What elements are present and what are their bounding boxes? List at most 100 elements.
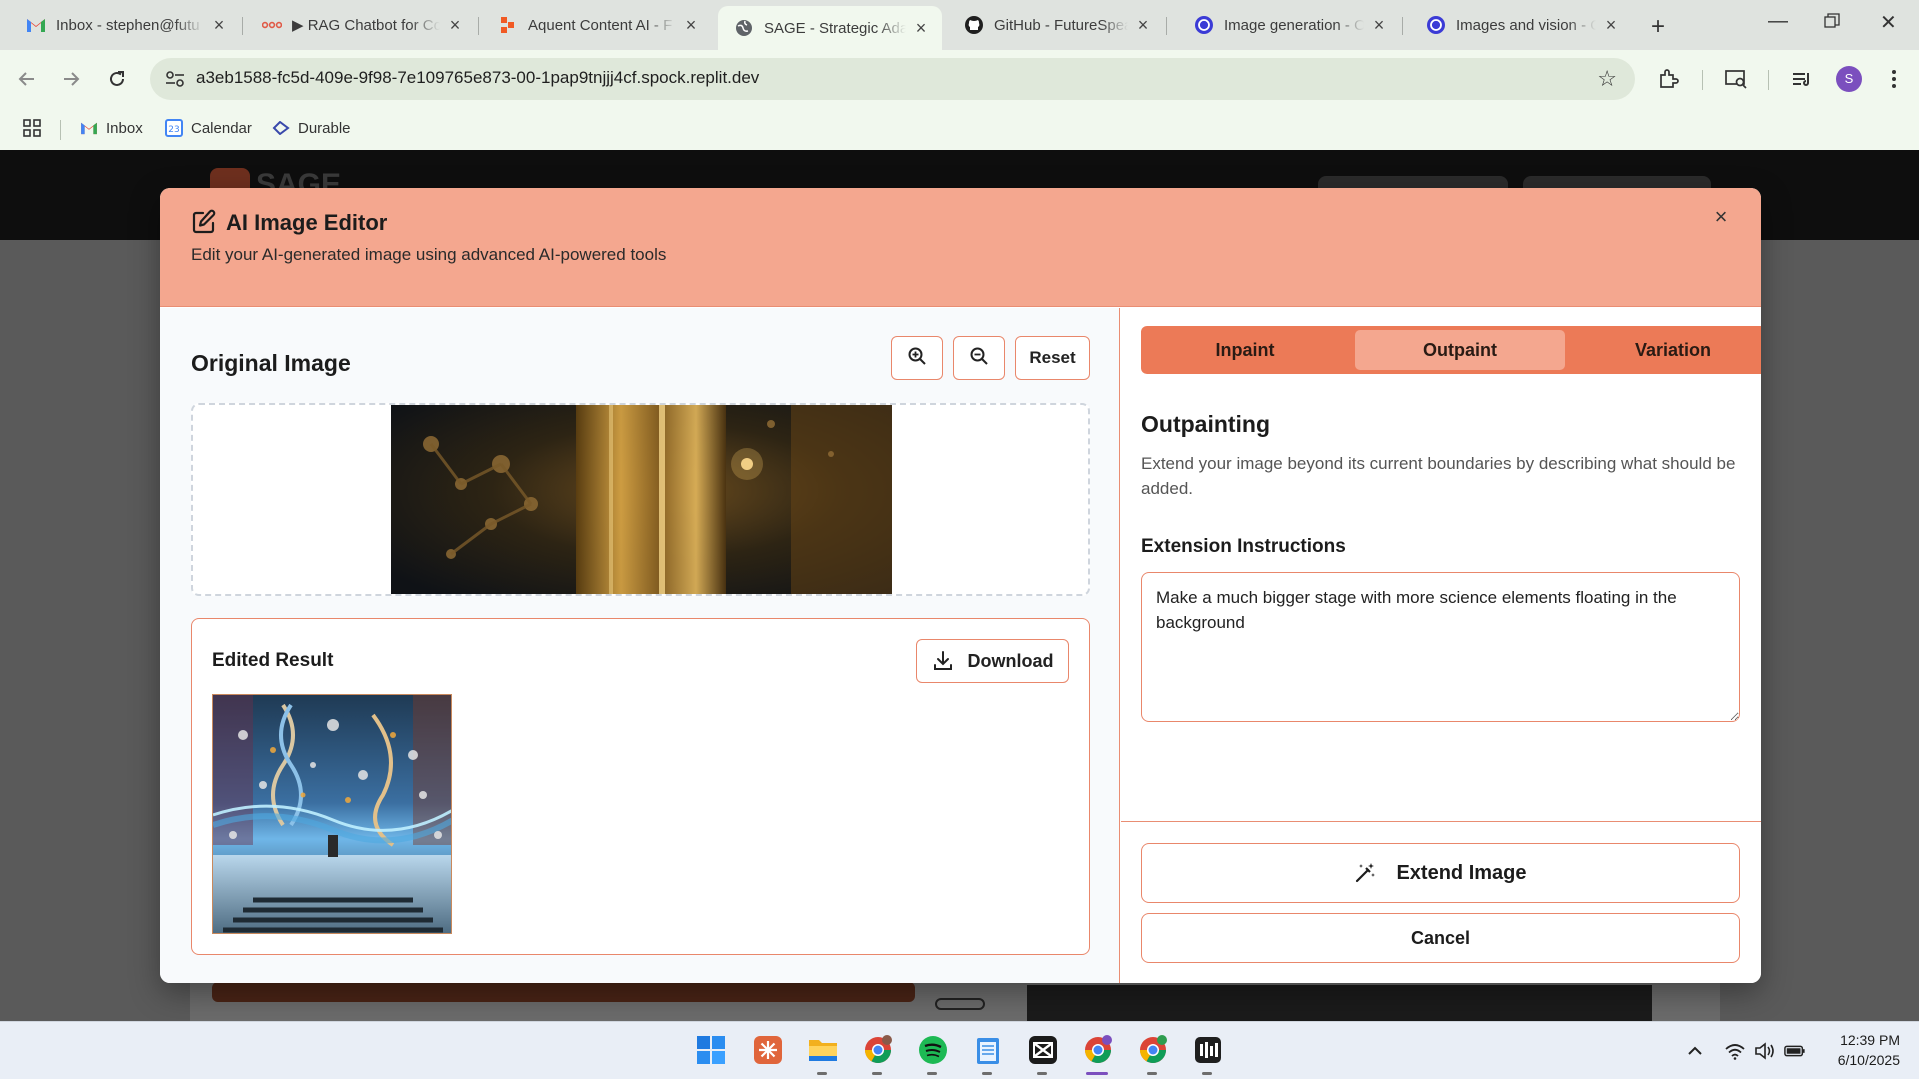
tab-title: GitHub - FutureSpeak: [994, 16, 1128, 34]
bookmark-calendar[interactable]: 23 Calendar: [165, 115, 252, 141]
tab-gmail-inbox[interactable]: Inbox - stephen@futu ×: [10, 8, 240, 42]
download-button[interactable]: Download: [916, 639, 1069, 683]
clock-date: 6/10/2025: [1837, 1052, 1900, 1068]
chrome-profile-2-icon[interactable]: [1135, 1032, 1171, 1068]
extensions-icon[interactable]: [1654, 65, 1682, 93]
gmail-icon: [26, 15, 46, 35]
notepad-icon[interactable]: [970, 1032, 1006, 1068]
bookmark-star-icon[interactable]: ☆: [1597, 66, 1617, 92]
tab-title: Image generation - O: [1224, 16, 1364, 34]
download-icon: [932, 650, 954, 672]
reset-button[interactable]: Reset: [1015, 336, 1090, 380]
clock-time: 12:39 PM: [1840, 1032, 1900, 1048]
reload-icon[interactable]: [102, 64, 132, 94]
profile-avatar[interactable]: S: [1836, 66, 1862, 92]
tab-rag-chatbot[interactable]: ▶ RAG Chatbot for Co ×: [246, 8, 476, 42]
tab-aquent[interactable]: Aquent Content AI - F ×: [482, 8, 712, 42]
toolbar-divider: [1768, 70, 1769, 90]
edited-result-heading: Edited Result: [212, 650, 334, 671]
modal-header: AI Image Editor Edit your AI-generated i…: [160, 188, 1761, 307]
media-controls-icon[interactable]: [1788, 65, 1816, 93]
running-indicator: [982, 1072, 992, 1075]
back-arrow-icon[interactable]: [12, 64, 42, 94]
zoom-in-button[interactable]: [891, 336, 943, 380]
original-image-heading: Original Image: [191, 350, 351, 376]
claude-icon[interactable]: [750, 1032, 786, 1068]
bookmark-label: Durable: [298, 119, 351, 137]
scroll-handle: [935, 998, 985, 1010]
address-bar[interactable]: a3eb1588-fc5d-409e-9f98-7e109765e873-00-…: [150, 58, 1635, 100]
bookmark-durable[interactable]: Durable: [272, 115, 351, 141]
restore-icon[interactable]: [1824, 12, 1840, 35]
tab-separator: [242, 17, 243, 35]
tab-title: Aquent Content AI - F: [528, 16, 673, 34]
extension-instructions-label: Extension Instructions: [1141, 536, 1346, 557]
forward-arrow-icon[interactable]: [56, 64, 86, 94]
spotify-icon[interactable]: [915, 1032, 951, 1068]
site-info-icon[interactable]: [164, 69, 186, 89]
close-icon[interactable]: ×: [210, 16, 228, 34]
zoom-out-button[interactable]: [953, 336, 1005, 380]
audio-app-icon[interactable]: [1190, 1032, 1226, 1068]
tab-images-vision[interactable]: Images and vision - O ×: [1410, 8, 1632, 42]
tab-outpaint[interactable]: Outpaint: [1355, 330, 1565, 370]
running-indicator: [927, 1072, 937, 1075]
tab-title: Inbox - stephen@futu: [56, 16, 200, 34]
chrome-icon[interactable]: [860, 1032, 896, 1068]
bookmark-label: Inbox: [106, 119, 143, 137]
bookmark-inbox[interactable]: Inbox: [80, 115, 143, 141]
running-indicator: [1202, 1072, 1212, 1075]
tab-variation[interactable]: Variation: [1573, 330, 1761, 370]
chrome-profile-icon[interactable]: [1080, 1032, 1116, 1068]
capcut-icon[interactable]: [1025, 1032, 1061, 1068]
close-icon[interactable]: ×: [1602, 16, 1620, 34]
new-tab-plus-icon[interactable]: +: [1651, 13, 1665, 41]
volume-icon[interactable]: [1754, 1040, 1776, 1062]
background-bar: [212, 982, 915, 1002]
edited-result-image[interactable]: [212, 694, 452, 934]
magic-wand-icon: [1354, 862, 1376, 884]
system-clock[interactable]: 12:39 PM 6/10/2025: [1810, 1030, 1900, 1070]
tab-image-generation[interactable]: Image generation - O ×: [1178, 8, 1400, 42]
tab-title: SAGE - Strategic Adap: [764, 19, 906, 37]
wifi-icon[interactable]: [1724, 1040, 1746, 1062]
outpainting-heading: Outpainting: [1141, 411, 1271, 437]
close-icon[interactable]: ×: [1709, 205, 1733, 229]
minimize-icon[interactable]: —: [1768, 10, 1788, 33]
gmail-icon: [80, 119, 98, 137]
url-text[interactable]: a3eb1588-fc5d-409e-9f98-7e109765e873-00-…: [196, 68, 759, 88]
windows-start-icon[interactable]: [693, 1032, 729, 1068]
extend-image-button[interactable]: Extend Image: [1141, 843, 1740, 903]
cancel-button[interactable]: Cancel: [1141, 913, 1740, 963]
tray-chevron-up-icon[interactable]: [1684, 1040, 1706, 1062]
extension-instructions-field[interactable]: Make a much bigger stage with more scien…: [1141, 572, 1740, 722]
close-icon[interactable]: ×: [912, 19, 930, 37]
active-indicator: [1086, 1072, 1108, 1075]
close-icon[interactable]: ×: [446, 16, 464, 34]
original-image: [391, 405, 892, 594]
browser-menu-icon[interactable]: [1880, 65, 1908, 93]
window-close-icon[interactable]: ✕: [1880, 10, 1897, 35]
windows-taskbar: 12:39 PM 6/10/2025: [0, 1021, 1919, 1079]
tab-sage-active[interactable]: SAGE - Strategic Adap ×: [718, 6, 942, 50]
running-indicator: [1037, 1072, 1047, 1075]
edit-mode-tabs: Inpaint Outpaint Variation: [1141, 326, 1761, 374]
original-image-frame: [191, 403, 1090, 596]
modal-title: AI Image Editor: [226, 210, 388, 235]
cast-search-icon[interactable]: [1722, 65, 1750, 93]
image-preview-panel: Original Image Reset Edited Result Downl…: [160, 308, 1120, 983]
tab-inpaint[interactable]: Inpaint: [1145, 330, 1345, 370]
edit-icon: [191, 209, 217, 235]
running-indicator: [1147, 1072, 1157, 1075]
apps-grid-icon[interactable]: [22, 115, 42, 141]
file-explorer-icon[interactable]: [805, 1032, 841, 1068]
close-icon[interactable]: ×: [682, 16, 700, 34]
tab-separator: [1402, 17, 1403, 35]
tab-github[interactable]: GitHub - FutureSpeak ×: [948, 8, 1164, 42]
bookmarks-divider: [60, 120, 61, 140]
battery-icon[interactable]: [1784, 1040, 1806, 1062]
close-icon[interactable]: ×: [1370, 16, 1388, 34]
download-label: Download: [967, 650, 1054, 671]
globe-icon: [734, 18, 754, 38]
close-icon[interactable]: ×: [1134, 16, 1152, 34]
